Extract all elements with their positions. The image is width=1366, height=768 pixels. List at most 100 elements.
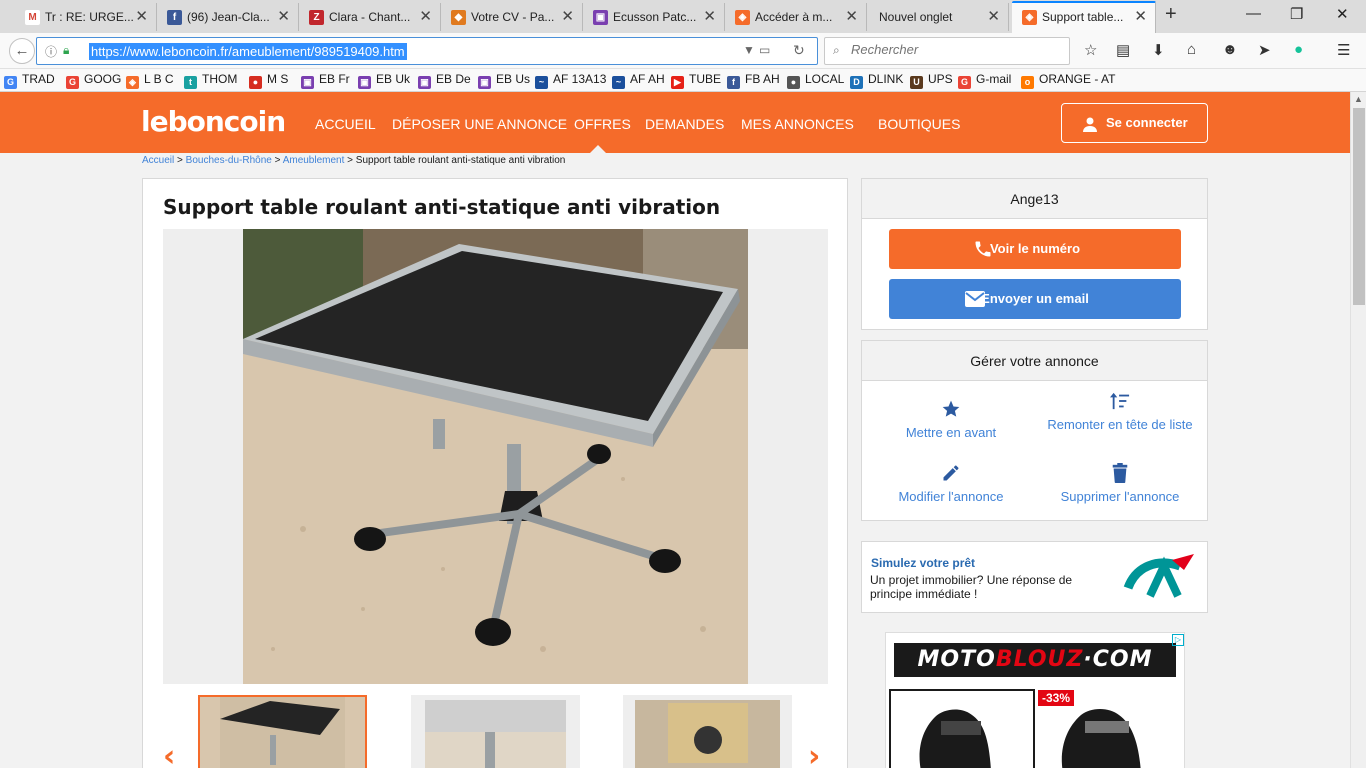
new-tab-icon[interactable]: + [1165, 3, 1177, 26]
chevron-left-icon[interactable]: ‹ [163, 739, 175, 768]
browser-tab[interactable]: ◈ Accéder à m... ✕ [725, 3, 867, 31]
listing-card: Support table roulant anti-statique anti… [142, 178, 848, 768]
browser-tab[interactable]: ◆ Votre CV - Pa... ✕ [441, 3, 583, 31]
close-tab-icon[interactable]: ✕ [135, 3, 148, 31]
browser-tab[interactable]: f (96) Jean-Cla... ✕ [157, 3, 299, 31]
bookmark-item[interactable]: f FB AH [727, 72, 780, 89]
thumbnail-2[interactable] [411, 695, 580, 768]
bump-listing-link[interactable]: Remonter en tête de liste [1034, 391, 1206, 434]
loan-simulation-promo[interactable]: Simulez votre prêt Un projet immobilier?… [861, 541, 1208, 613]
send-icon[interactable]: ➤ [1258, 41, 1271, 59]
minimize-icon[interactable]: — [1246, 5, 1261, 22]
browser-tab[interactable]: Z Clara - Chant... ✕ [299, 3, 441, 31]
search-input[interactable] [851, 42, 1061, 57]
url-bar[interactable]: ⓘ 🔒︎ https://www.leboncoin.fr/ameublemen… [36, 37, 818, 65]
bookmark-item[interactable]: ▣ EB De [418, 72, 471, 89]
tab-title: (96) Jean-Cla... [187, 10, 270, 24]
scrollbar-thumb[interactable] [1353, 108, 1365, 305]
breadcrumb-region[interactable]: Bouches-du-Rhône [186, 155, 272, 166]
bookmark-item[interactable]: ● LOCAL [787, 72, 844, 89]
adchoices-icon[interactable]: ▷ [1172, 634, 1184, 646]
nav-demandes[interactable]: DEMANDES [645, 116, 724, 132]
scroll-up-icon[interactable]: ▲ [1354, 94, 1363, 104]
browser-tab[interactable]: Nouvel onglet ✕ [867, 3, 1009, 31]
breadcrumb-accueil[interactable]: Accueil [142, 155, 174, 166]
breadcrumb-category[interactable]: Ameublement [283, 155, 345, 166]
listing-photo[interactable] [243, 229, 748, 684]
breadcrumb-current: Support table roulant anti-statique anti… [355, 155, 566, 166]
edit-listing-link[interactable]: Modifier l'annonce [866, 463, 1036, 506]
seller-name[interactable]: Ange13 [862, 179, 1207, 219]
menu-icon[interactable]: ☰ [1337, 41, 1350, 59]
bookmark-item[interactable]: ▶ TUBE [671, 72, 721, 89]
bookmark-favicon-icon: ● [787, 76, 800, 89]
ad-logo[interactable]: MOTOBLOUZ·COM [894, 643, 1176, 677]
close-tab-icon[interactable]: ✕ [419, 3, 432, 31]
bookmark-item[interactable]: ▣ EB Us [478, 72, 530, 89]
dropdown-icon[interactable]: ▼ [743, 43, 755, 57]
bookmark-item[interactable]: ~ AF AH [612, 72, 665, 89]
advertisement-banner[interactable]: MOTOBLOUZ·COM ▷ -33% [885, 632, 1185, 768]
bookmark-star-icon[interactable]: ☆ [1084, 41, 1097, 59]
info-icon[interactable]: ⓘ [45, 43, 57, 60]
extension-icon[interactable]: ☻ [1222, 41, 1238, 58]
thumbnail-3[interactable] [623, 695, 792, 768]
bookmark-item[interactable]: G GOOG [66, 72, 121, 89]
tab-title: Ecusson Patc... [613, 10, 697, 24]
nav-deposer-annonce[interactable]: DÉPOSER UNE ANNONCE [392, 116, 567, 132]
send-email-button[interactable]: Envoyer un email [889, 279, 1181, 319]
bookmark-item[interactable]: U UPS [910, 72, 953, 89]
url-text[interactable]: https://www.leboncoin.fr/ameublement/989… [89, 43, 407, 60]
bookmark-item[interactable]: t THOM [184, 72, 237, 89]
bookmark-label: UPS [928, 72, 953, 86]
close-tab-icon[interactable]: ✕ [703, 3, 716, 31]
ad-brand-part3: ·COM [1083, 647, 1153, 672]
bookmark-item[interactable]: G G-mail [958, 72, 1011, 89]
page-scrollbar[interactable]: ▲ [1350, 92, 1366, 768]
close-tab-icon[interactable]: ✕ [1134, 3, 1147, 31]
browser-tab-active[interactable]: ◈ Support table... ✕ [1012, 1, 1156, 33]
download-icon[interactable]: ⬇ [1152, 41, 1165, 59]
bookmark-item[interactable]: G TRAD [4, 72, 55, 89]
nav-offres[interactable]: OFFRES [574, 116, 631, 132]
browser-tab[interactable]: M Tr : RE: URGE... ✕ [15, 3, 157, 31]
bookmark-item[interactable]: ▣ EB Fr [301, 72, 350, 89]
bookmark-item[interactable]: o ORANGE - AT [1021, 72, 1115, 89]
restore-icon[interactable]: ❐ [1290, 5, 1303, 23]
delete-listing-link[interactable]: Supprimer l'annonce [1034, 463, 1206, 506]
bookmarks-bar: G TRAD G GOOG ◈ L B C t THOM ● M S ▣ EB Fr ▣ EB Uk ▣ EB… [0, 69, 1366, 92]
promo-title[interactable]: Simulez votre prêt [871, 556, 975, 570]
back-icon[interactable]: ← [9, 38, 35, 64]
nav-mes-annonces[interactable]: MES ANNONCES [741, 116, 854, 132]
browser-tab[interactable]: ▣ Ecusson Patc... ✕ [583, 3, 725, 31]
facebook-icon: f [167, 10, 182, 25]
nav-accueil[interactable]: ACCUEIL [315, 116, 376, 132]
library-icon[interactable]: ▤ [1116, 41, 1130, 59]
close-tab-icon[interactable]: ✕ [845, 3, 858, 31]
bookmark-item[interactable]: ◈ L B C [126, 72, 174, 89]
home-icon[interactable]: ⌂ [1187, 41, 1196, 58]
search-box[interactable]: ⌕ [824, 37, 1070, 65]
show-phone-button[interactable]: Voir le numéro [889, 229, 1181, 269]
thumbnail-1[interactable] [198, 695, 367, 768]
reader-view-icon[interactable]: ▭ [759, 43, 770, 57]
nav-boutiques[interactable]: BOUTIQUES [878, 116, 960, 132]
reload-icon[interactable]: ↻ [793, 42, 805, 59]
close-tab-icon[interactable]: ✕ [987, 3, 1000, 31]
leboncoin-logo[interactable]: leboncoin [141, 106, 286, 138]
close-window-icon[interactable]: ✕ [1336, 5, 1349, 23]
bookmark-item[interactable]: D DLINK [850, 72, 903, 89]
bookmark-item[interactable]: ● M S [249, 72, 288, 89]
ad-product-glove-1[interactable] [889, 689, 1035, 768]
grammarly-icon[interactable]: ● [1294, 41, 1303, 58]
feature-listing-link[interactable]: Mettre en avant [866, 399, 1036, 442]
bookmark-item[interactable]: ▣ EB Uk [358, 72, 410, 89]
photo-viewer[interactable] [163, 229, 828, 684]
login-button[interactable]: Se connecter [1061, 103, 1208, 143]
close-tab-icon[interactable]: ✕ [277, 3, 290, 31]
bookmark-item[interactable]: ~ AF 13A13 [535, 72, 606, 89]
chevron-right-icon[interactable]: › [808, 739, 820, 768]
bookmark-favicon-icon: ▶ [671, 76, 684, 89]
bookmark-label: EB De [436, 72, 471, 86]
close-tab-icon[interactable]: ✕ [561, 3, 574, 31]
